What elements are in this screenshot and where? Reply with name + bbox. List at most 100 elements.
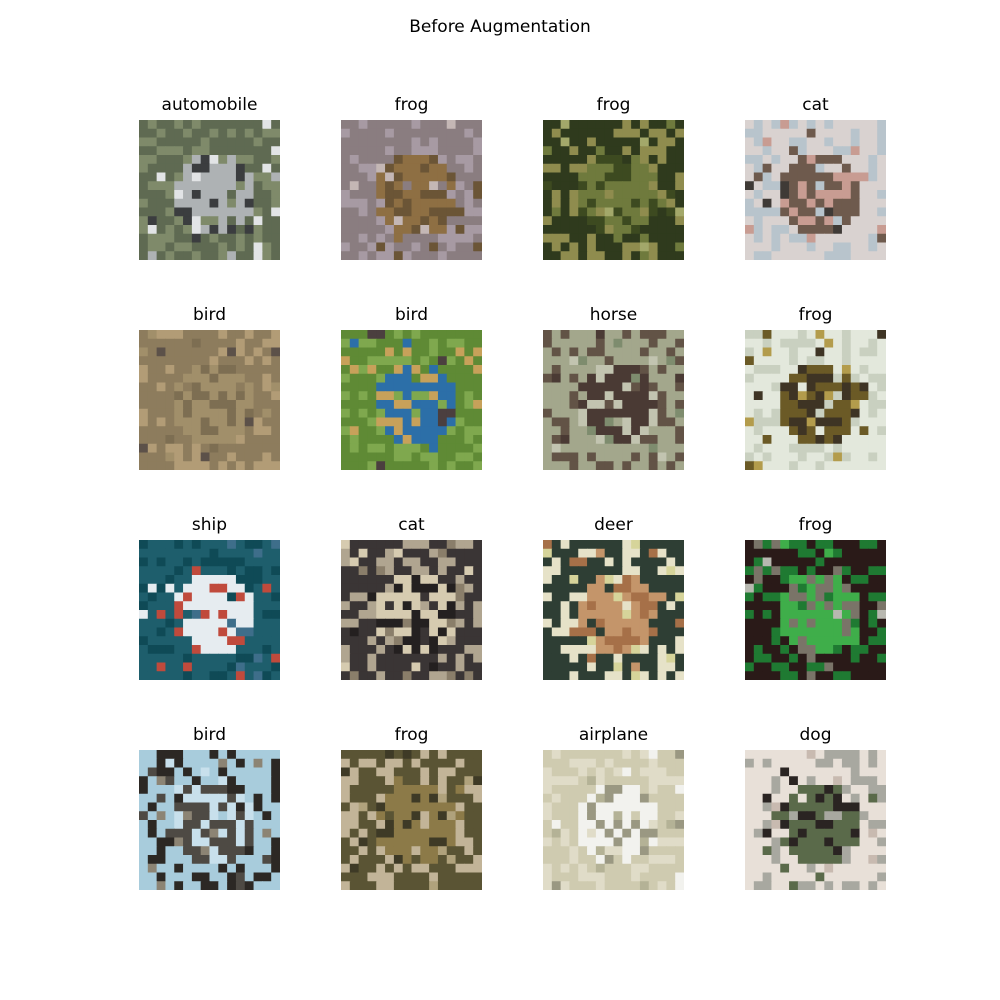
mosaic-pixel [551,400,562,410]
mosaic-pixel [376,583,386,594]
mosaic-pixel [648,356,659,366]
mosaic-pixel [147,181,158,191]
mosaic-pixel [551,837,562,847]
mosaic-pixel [648,120,659,130]
mosaic-pixel [578,592,588,602]
mosaic-pixel [797,636,808,646]
mosaic-pixel [666,365,676,375]
mosaic-pixel [780,365,790,375]
mosaic-pixel [139,627,149,637]
mosaic-pixel [139,793,149,804]
mosaic-pixel [271,820,280,830]
mosaic-pixel [551,863,562,874]
mosaic-pixel [850,233,861,244]
mosaic-pixel [543,846,553,856]
mosaic-pixel [358,251,369,260]
mosaic-pixel [850,225,861,235]
mosaic-pixel [595,225,606,235]
mosaic-pixel [464,417,474,427]
mosaic-pixel [174,172,184,182]
mosaic-pixel [569,400,579,410]
mosaic-pixel [868,750,878,760]
mosaic-pixel [165,452,175,462]
mosaic-pixel [139,811,149,821]
mosaic-pixel [411,636,421,646]
mosaic-pixel [780,391,790,401]
mosaic-pixel [393,548,404,559]
image-panel: deer [543,515,684,680]
mosaic-pixel [622,198,632,209]
mosaic-pixel [762,382,773,392]
mosaic-pixel [376,846,386,856]
mosaic-pixel [543,137,553,147]
mosaic-pixel [402,172,413,182]
mosaic-pixel [850,802,861,812]
mosaic-pixel [780,557,790,567]
mosaic-pixel [675,365,684,375]
mosaic-pixel [631,863,641,874]
mosaic-pixel [622,592,632,602]
mosaic-pixel [859,618,869,629]
mosaic-pixel [859,391,869,401]
mosaic-pixel [675,251,684,260]
mosaic-pixel [437,863,448,874]
mosaic-pixel [446,382,457,392]
mosaic-pixel [877,373,886,384]
mosaic-pixel [262,207,272,217]
mosaic-pixel [859,653,869,664]
mosaic-pixel [218,137,228,147]
mosaic-pixel [859,881,869,890]
mosaic-pixel [824,793,834,804]
photo-mosaic [341,120,482,260]
mosaic-pixel [139,750,149,760]
mosaic-pixel [595,155,606,165]
mosaic-pixel [639,225,650,235]
mosaic-pixel [824,155,834,165]
mosaic-pixel [227,846,237,856]
mosaic-pixel [797,408,808,419]
mosaic-pixel [139,338,149,349]
mosaic-pixel [464,347,474,357]
mosaic-pixel [156,181,167,191]
mosaic-pixel [200,662,211,672]
mosaic-pixel [349,758,360,769]
mosaic-pixel [815,408,825,419]
mosaic-pixel [358,417,369,427]
mosaic-pixel [675,347,684,357]
mosaic-pixel [385,365,395,375]
mosaic-pixel [877,540,886,550]
mosaic-pixel [543,557,553,567]
mosaic-pixel [156,356,167,366]
mosaic-pixel [464,408,474,419]
mosaic-pixel [385,356,395,366]
mosaic-pixel [473,776,482,786]
mosaic-pixel [271,443,280,454]
mosaic-pixel [833,601,843,611]
mosaic-pixel [420,750,430,760]
mosaic-pixel [762,750,773,760]
mosaic-pixel [657,190,667,200]
mosaic-pixel [850,566,861,576]
mosaic-pixel [850,120,861,130]
mosaic-pixel [191,627,202,637]
mosaic-pixel [613,172,623,182]
mosaic-pixel [551,785,562,795]
mosaic-pixel [411,408,421,419]
mosaic-pixel [376,785,386,795]
mosaic-pixel [262,365,272,375]
mosaic-pixel [473,207,482,217]
mosaic-pixel [560,662,571,672]
mosaic-pixel [253,225,263,235]
mosaic-pixel [833,793,843,804]
mosaic-pixel [771,881,781,890]
mosaic-pixel [209,828,219,839]
mosaic-pixel [271,391,280,401]
mosaic-pixel [200,338,211,349]
mosaic-pixel [595,400,606,410]
mosaic-pixel [218,566,228,576]
mosaic-pixel [191,802,202,812]
mosaic-pixel [473,811,482,821]
mosaic-pixel [551,811,562,821]
mosaic-pixel [560,120,571,130]
mosaic-pixel [560,548,571,559]
